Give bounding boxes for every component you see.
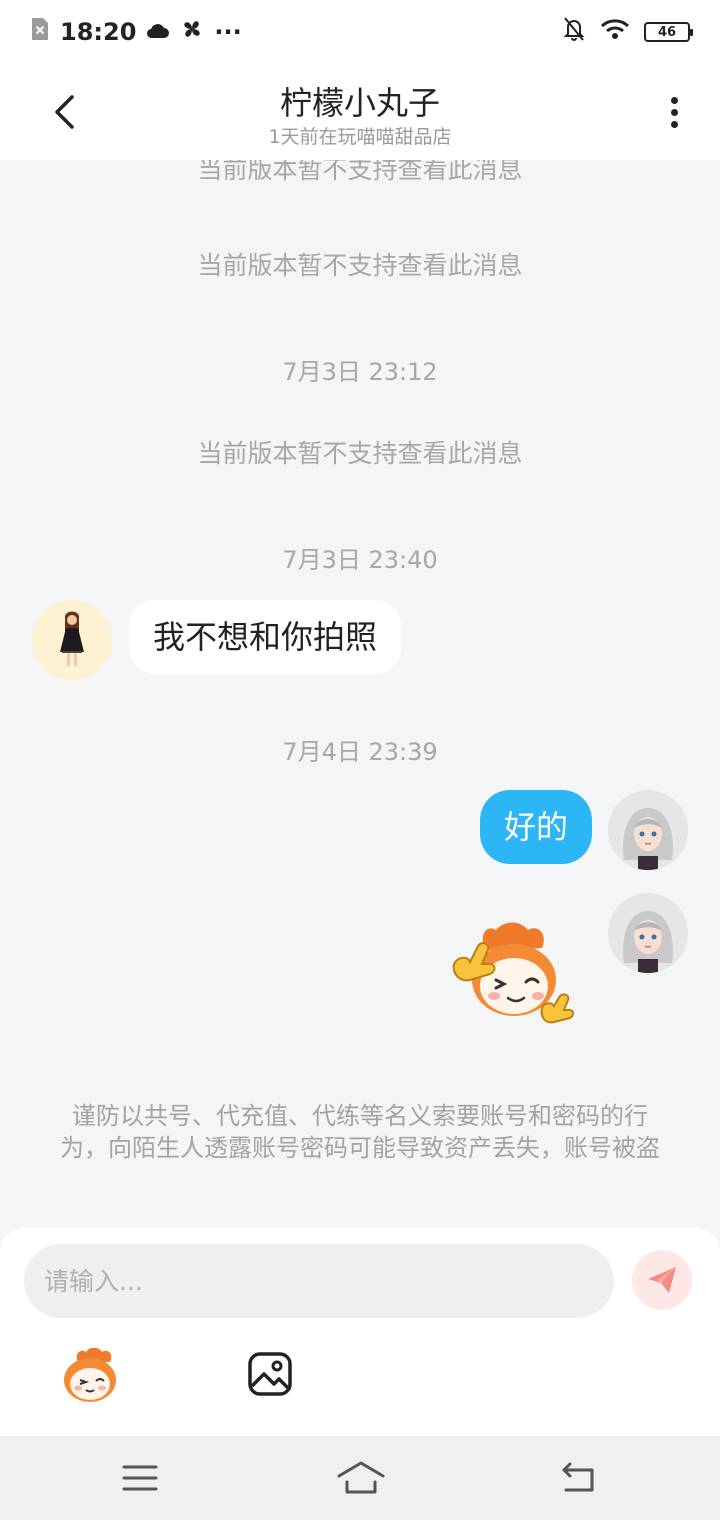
thumbs-up-mascot-sticker[interactable] xyxy=(446,920,576,1030)
message-timestamp: 7月3日 23:40 xyxy=(282,546,438,574)
bell-off-icon xyxy=(562,16,586,48)
status-bar: 18:20 ··· 46 xyxy=(0,0,720,64)
send-button[interactable] xyxy=(632,1250,692,1310)
my-avatar[interactable] xyxy=(608,790,688,870)
message-composer xyxy=(0,1228,720,1436)
unsupported-message-notice: 当前版本暂不支持查看此消息 xyxy=(197,439,523,468)
nav-home-button[interactable] xyxy=(336,1458,386,1498)
more-vertical-icon xyxy=(670,96,678,104)
menu-icon xyxy=(122,1465,158,1491)
pinwheel-icon xyxy=(180,17,204,47)
incoming-message-bubble[interactable]: 我不想和你拍照 xyxy=(129,600,402,674)
status-time: 18:20 xyxy=(60,18,137,46)
battery-level: 46 xyxy=(657,24,677,40)
nav-menu-button[interactable] xyxy=(120,1458,160,1498)
chat-header: 柠檬小丸子 1天前在玩喵喵甜品店 xyxy=(0,64,720,160)
home-icon xyxy=(337,1461,385,1494)
contact-name: 柠檬小丸子 xyxy=(279,84,440,122)
mascot-emoji-icon xyxy=(64,1347,116,1402)
unsupported-message-notice: 当前版本暂不支持查看此消息 xyxy=(197,160,523,184)
more-options-button[interactable] xyxy=(654,92,694,132)
paper-plane-icon xyxy=(648,1267,676,1293)
message-timestamp: 7月4日 23:39 xyxy=(282,738,438,766)
message-timestamp: 7月3日 23:12 xyxy=(282,358,438,386)
my-avatar[interactable] xyxy=(608,893,688,973)
image-picker-button[interactable] xyxy=(246,1350,294,1398)
chat-messages[interactable]: 当前版本暂不支持查看此消息 当前版本暂不支持查看此消息 7月3日 23:12 当… xyxy=(0,160,720,1228)
battery-icon: 46 xyxy=(644,22,693,42)
nav-back-button[interactable] xyxy=(560,1458,600,1498)
outgoing-message-bubble[interactable]: 好的 xyxy=(479,790,592,864)
emoji-sticker-button[interactable] xyxy=(60,1347,120,1404)
security-warning: 谨防以共号、代充值、代练等名义索要账号和密码的行为，向陌生人透露账号密码可能导致… xyxy=(60,1102,660,1162)
unsupported-message-notice: 当前版本暂不支持查看此消息 xyxy=(197,251,523,280)
message-input[interactable] xyxy=(24,1244,614,1318)
status-more-dots: ··· xyxy=(214,18,242,46)
back-icon xyxy=(562,1462,594,1492)
system-nav-bar xyxy=(0,1436,720,1520)
contact-avatar[interactable] xyxy=(32,600,112,680)
sim-error-icon xyxy=(30,17,50,47)
cloud-icon xyxy=(146,18,170,46)
wifi-icon xyxy=(600,18,630,46)
contact-status: 1天前在玩喵喵甜品店 xyxy=(268,126,452,148)
image-icon xyxy=(248,1352,292,1396)
